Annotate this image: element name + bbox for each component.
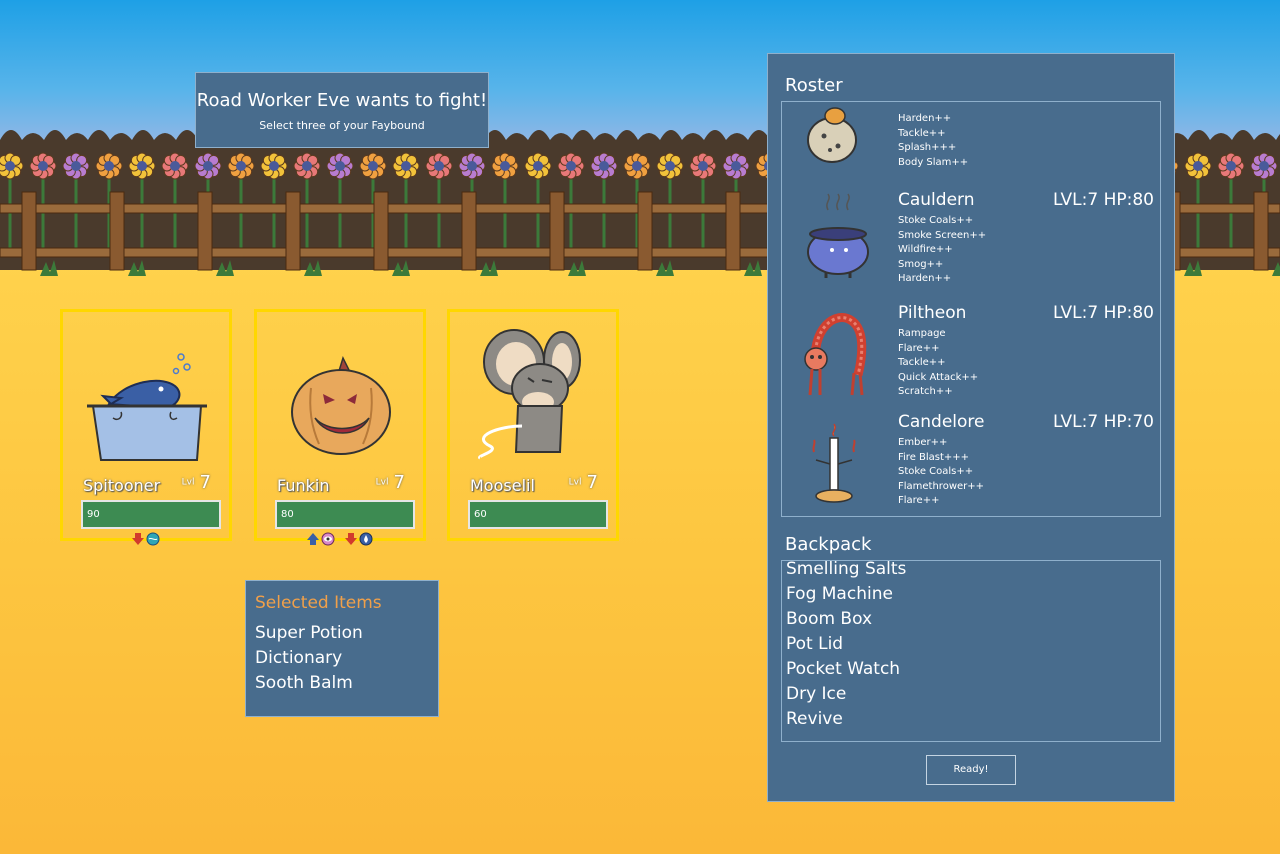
faybound-sprite [812,423,856,503]
eye-icon [321,532,335,546]
flower [359,152,387,180]
faybound-sprite [807,193,869,278]
backpack-item[interactable]: Boom Box [786,609,872,629]
backpack-list[interactable]: Smelling Salts Fog Machine Boom Box Pot … [781,560,1161,742]
flower [623,152,651,180]
party-level: Lvl 7 [181,472,211,493]
flower [62,152,90,180]
encounter-banner: Road Worker Eve wants to fight! Select t… [195,72,489,148]
flower [524,152,552,180]
flower [425,152,453,180]
party-slot-funkin[interactable]: Funkin Lvl 7 80 [254,309,426,546]
move-list: Rampage Flare++ Tackle++ Quick Attack++ … [898,328,979,398]
fence-post [1253,191,1269,271]
flower [1184,152,1212,180]
fence-post [197,191,213,271]
flower [0,152,24,180]
party-slot-spitooner[interactable]: Spitooner Lvl 7 90 [60,309,232,546]
status-effects [257,532,423,546]
party-name: Spitooner [83,476,161,495]
flower [458,152,486,180]
flower [722,152,750,180]
fence-post [285,191,301,271]
status-effects [63,532,229,546]
backpack-item[interactable]: Smelling Salts [786,561,906,579]
fence-post [549,191,565,271]
fence-post [637,191,653,271]
party-name: Funkin [277,476,330,495]
mooselil-sprite [478,329,581,460]
ready-button[interactable]: Ready! [926,755,1016,785]
fence-post [109,191,125,271]
move-list: Ember++ Fire Blast+++ Stoke Coals++ Flam… [898,437,985,507]
flower [326,152,354,180]
flower [557,152,585,180]
encounter-subtitle: Select three of your Faybound [259,119,425,132]
flower [29,152,57,180]
fence-post [21,191,37,271]
water-icon [146,532,160,546]
backpack-item[interactable]: Pocket Watch [786,659,900,679]
drop-icon [359,532,373,546]
funkin-sprite [291,355,391,455]
faybound-stats: LVL:7 HP:70 [1052,412,1154,432]
selected-item[interactable]: Dictionary [255,646,438,671]
selected-items-title: Selected Items [255,593,382,613]
selected-item[interactable]: Super Potion [255,621,438,646]
backpack-title: Backpack [785,534,872,555]
roster-list[interactable]: Harden++ Tackle++ Splash+++ Body Slam++ … [781,101,1161,517]
flower [161,152,189,180]
fence-post [725,191,741,271]
flower [656,152,684,180]
backpack-item[interactable]: Pot Lid [786,634,843,654]
move-list: Stoke Coals++ Smoke Screen++ Wildfire++ … [898,215,987,285]
party-level: Lvl 7 [375,472,405,493]
spitooner-sprite [87,353,207,461]
selected-item[interactable]: Sooth Balm [255,671,438,696]
party-level: Lvl 7 [568,472,598,493]
flower [1217,152,1245,180]
move-list: Harden++ Tackle++ Splash+++ Body Slam++ [898,113,969,168]
faybound-stats: LVL:7 HP:80 [1052,303,1154,323]
flower [260,152,288,180]
faybound-name: Candelore [898,412,985,432]
faybound-sprite [807,107,857,163]
backpack-item[interactable]: Revive [786,709,843,729]
arrow-down-icon [345,533,357,545]
flower [1250,152,1278,180]
roster-title: Roster [785,75,843,96]
arrow-up-icon [307,533,319,545]
faybound-sprite [804,313,867,396]
backpack-item[interactable]: Fog Machine [786,584,893,604]
flower [590,152,618,180]
flower [293,152,321,180]
backpack-item[interactable]: Dry Ice [786,684,846,704]
hp-bar: 90 [81,500,221,529]
encounter-title: Road Worker Eve wants to fight! [196,90,488,111]
side-panel: Roster Harden++ Tackle++ Splash+++ Body … [767,53,1175,802]
roster-item[interactable]: Cauldern LVL:7 HP:80 Stoke Coals++ Smoke… [782,184,1160,296]
flower [128,152,156,180]
flower [392,152,420,180]
roster-item[interactable]: Piltheon LVL:7 HP:80 Rampage Flare++ Tac… [782,297,1160,409]
faybound-name: Cauldern [898,190,975,210]
party-name: Mooselil [470,476,535,495]
faybound-stats: LVL:7 HP:80 [1052,190,1154,210]
faybound-name: Piltheon [898,303,967,323]
fence-post [461,191,477,271]
arrow-down-icon [132,533,144,545]
flower [491,152,519,180]
flower [194,152,222,180]
hp-bar: 60 [468,500,608,529]
fence-post [373,191,389,271]
flower [689,152,717,180]
selected-items-panel: Selected Items Super Potion Dictionary S… [245,580,439,717]
roster-item[interactable]: Harden++ Tackle++ Splash+++ Body Slam++ [782,102,1160,172]
party-slot-mooselil[interactable]: Mooselil Lvl 7 60 [447,309,619,541]
hp-bar: 80 [275,500,415,529]
flower [227,152,255,180]
roster-item[interactable]: Candelore LVL:7 HP:70 Ember++ Fire Blast… [782,410,1160,516]
flower [95,152,123,180]
